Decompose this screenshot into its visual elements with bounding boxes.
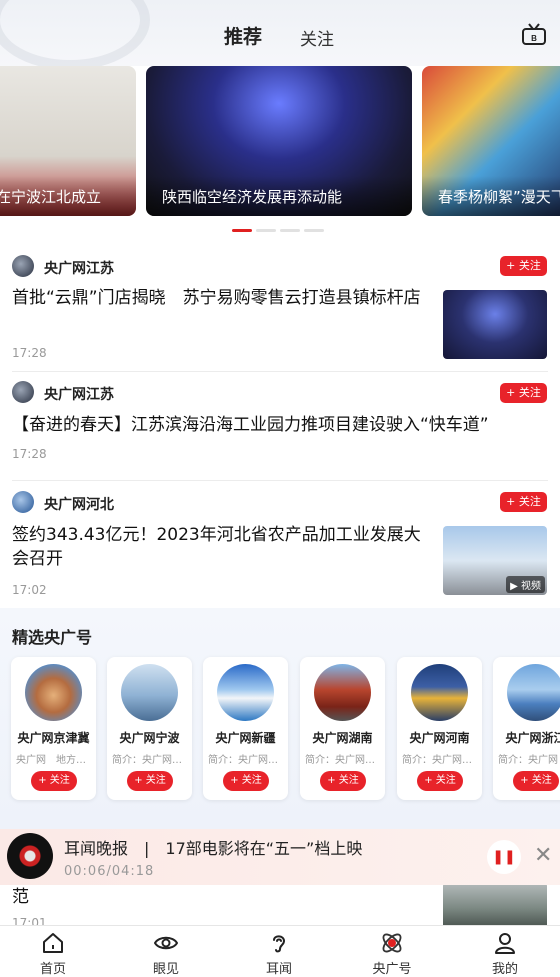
cnr-logo-icon [382, 933, 402, 953]
follow-button[interactable]: + 关注 [127, 771, 173, 791]
section-title: 精选央广号 [12, 628, 93, 647]
news-thumbnail[interactable] [443, 290, 547, 359]
news-title[interactable]: 【奋进的春天】江苏滨海沿海工业园力推项目建设驶入“快车道” [12, 413, 552, 437]
news-time: 17:02 [12, 583, 47, 597]
player-time: 00:06/04:18 [64, 864, 155, 879]
account-name: 央广网新疆 [215, 731, 276, 745]
news-thumbnail[interactable]: ▶ 视频 [443, 526, 547, 595]
source-name: 央广网江苏 [44, 261, 114, 277]
follow-button[interactable]: + 关注 [417, 771, 463, 791]
account-avatar [25, 664, 82, 721]
source-name: 央广网河北 [44, 497, 114, 513]
audio-player[interactable]: 耳闻晚报 | 17部电影将在“五一”档上映 00:06/04:18 ❚❚ ✕ [0, 829, 560, 885]
account-card[interactable]: 央广网湖南 简介：央广网… + 关注 [300, 657, 385, 800]
news-title: 范 [12, 887, 29, 907]
account-name: 央广网浙江 [505, 731, 560, 745]
nav-label: 我的 [491, 962, 518, 977]
news-item[interactable]: 央广网江苏 + 关注 【奋进的春天】江苏滨海沿海工业园力推项目建设驶入“快车道”… [0, 378, 560, 478]
account-name: 央广网河南 [409, 731, 470, 745]
top-header: 推荐 关注 B [0, 0, 560, 70]
account-avatar [217, 664, 274, 721]
pause-button[interactable]: ❚❚ [487, 840, 521, 874]
news-item[interactable]: 央广网江苏 + 关注 首批“云鼎”门店揭晓 苏宁易购零售云打造县镇标杆店 17:… [0, 250, 560, 370]
account-card[interactable]: 央广网河南 简介：央广网… + 关注 [397, 657, 482, 800]
follow-button[interactable]: + 关注 [320, 771, 366, 791]
source-avatar [12, 491, 34, 513]
indicator-dot [256, 229, 276, 232]
follow-button[interactable]: + 关注 [500, 256, 547, 276]
indicator-dot [304, 229, 324, 232]
news-title[interactable]: 签约343.43亿元！2023年河北省农产品加工业发展大会召开 [12, 523, 422, 571]
account-desc: 简介：央广网… [402, 755, 472, 766]
source-avatar [12, 255, 34, 277]
home-icon [43, 933, 63, 953]
nav-mine[interactable]: 我的 [465, 926, 545, 977]
follow-button[interactable]: + 关注 [500, 492, 547, 512]
indicator-dot-active [232, 229, 252, 232]
account-desc: 简介：央广网 [498, 755, 558, 766]
account-name: 央广网宁波 [119, 731, 180, 745]
nav-label: 耳闻 [265, 962, 292, 977]
news-item[interactable]: 央广网河北 + 关注 签约343.43亿元！2023年河北省农产品加工业发展大会… [0, 488, 560, 606]
divider [12, 480, 548, 481]
news-time: 17:28 [12, 346, 47, 360]
nav-hear[interactable]: 耳闻 [239, 926, 319, 977]
tab-recommend[interactable]: 推荐 [224, 22, 262, 49]
nav-cnr[interactable]: 央广号 [352, 926, 432, 977]
nav-label: 眼见 [152, 962, 179, 977]
follow-button[interactable]: + 关注 [500, 383, 547, 403]
account-desc: 简介：央广网… [112, 755, 182, 766]
follow-button[interactable]: + 关注 [31, 771, 77, 791]
nav-home[interactable]: 首页 [13, 926, 93, 977]
source-name: 央广网江苏 [44, 387, 114, 403]
slide-caption: 陕西临空经济发展再添动能 [146, 176, 412, 216]
account-avatar [314, 664, 371, 721]
record-disc-icon[interactable] [7, 833, 53, 879]
carousel-slide[interactable]: 春季杨柳絮”漫天飞 [422, 66, 560, 216]
header-watermark [0, 0, 150, 70]
news-thumbnail[interactable] [443, 882, 547, 925]
account-card[interactable]: 央广网新疆 简介：央广网… + 关注 [203, 657, 288, 800]
broadcast-icon[interactable]: B [520, 22, 548, 48]
close-icon[interactable]: ✕ [534, 843, 552, 868]
account-avatar [411, 664, 468, 721]
news-time: 17:28 [12, 447, 47, 461]
account-card[interactable]: 央广网宁波 简介：央广网… + 关注 [107, 657, 192, 800]
video-badge-label: 视频 [521, 581, 541, 592]
eye-icon [154, 936, 178, 950]
carousel-slide[interactable]: 在宁波江北成立 [0, 66, 136, 216]
account-name: 央广网湖南 [312, 731, 373, 745]
slide-caption: 在宁波江北成立 [0, 176, 136, 216]
indicator-dot [280, 229, 300, 232]
banner-carousel[interactable]: 在宁波江北成立 陕西临空经济发展再添动能 春季杨柳絮”漫天飞 [0, 66, 560, 218]
account-desc: 简介：央广网… [305, 755, 375, 766]
account-desc: 央广网 地方… [16, 755, 86, 766]
bottom-nav: 首页 眼见 耳闻 央广号 我的 [0, 925, 560, 977]
follow-button[interactable]: + 关注 [223, 771, 269, 791]
account-avatar [507, 664, 560, 721]
account-card[interactable]: 央广网京津冀 央广网 地方… + 关注 [11, 657, 96, 800]
follow-button[interactable]: + 关注 [513, 771, 559, 791]
account-name: 央广网京津冀 [17, 731, 90, 745]
tab-following[interactable]: 关注 [300, 25, 334, 50]
source-avatar [12, 381, 34, 403]
ear-icon [273, 935, 286, 953]
account-avatar [121, 664, 178, 721]
divider [12, 371, 548, 372]
user-icon [495, 933, 515, 954]
player-title: 耳闻晚报 | 17部电影将在“五一”档上映 [64, 839, 363, 858]
nav-see[interactable]: 眼见 [126, 926, 206, 977]
account-card[interactable]: 央广网浙江 简介：央广网 + 关注 [493, 657, 560, 800]
carousel-slide[interactable]: 陕西临空经济发展再添动能 [146, 66, 412, 216]
video-badge: ▶ 视频 [506, 576, 545, 593]
nav-label: 央广号 [372, 962, 412, 977]
nav-label: 首页 [39, 962, 66, 977]
slide-caption: 春季杨柳絮”漫天飞 [422, 176, 560, 216]
featured-section: 精选央广号 央广网京津冀 央广网 地方… + 关注 央广网宁波 简介：央广网… … [0, 608, 560, 830]
svg-text:B: B [531, 34, 537, 43]
news-title[interactable]: 首批“云鼎”门店揭晓 苏宁易购零售云打造县镇标杆店 [12, 286, 432, 310]
account-desc: 简介：央广网… [208, 755, 278, 766]
